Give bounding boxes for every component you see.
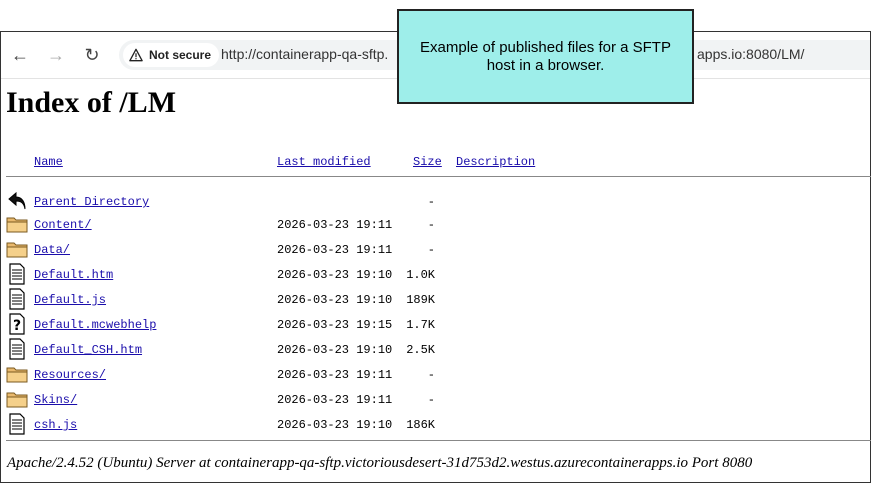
entry-link[interactable]: Data/ (34, 243, 70, 257)
entry-size: 2.5K (406, 343, 435, 357)
sort-by-description-link[interactable]: Description (456, 155, 535, 169)
column-header-last-modified[interactable]: Last modified (277, 155, 371, 169)
unknown-file-icon: ? (9, 313, 25, 335)
folder-icon (6, 217, 28, 233)
text-file-icon (9, 288, 25, 310)
server-signature: Apache/2.4.52 (Ubuntu) Server at contain… (7, 455, 753, 471)
entry-date: 2026-03-23 19:10 (277, 268, 393, 282)
list-item: Data/ 2026-03-23 19:11 - (1, 242, 872, 268)
entry-link[interactable]: Default_CSH.htm (34, 343, 142, 357)
list-item: Content/ 2026-03-23 19:11 - (1, 217, 872, 243)
list-item: Default.htm 2026-03-23 19:10 1.0K (1, 263, 872, 293)
forward-arrow-icon[interactable]: → (46, 45, 66, 65)
security-indicator[interactable]: Not secure (123, 43, 220, 67)
text-file-icon (9, 338, 25, 360)
text-file-icon (9, 263, 25, 285)
folder-icon (6, 392, 28, 408)
warning-icon (129, 48, 143, 62)
text-file-icon (9, 413, 25, 435)
entry-size: - (427, 243, 435, 257)
entry-size: 186K (406, 418, 435, 432)
url-text-left[interactable]: http://containerapp-qa-sftp. (221, 46, 388, 62)
entry-link[interactable]: Default.js (34, 293, 106, 307)
entry-date: 2026-03-23 19:10 (277, 343, 393, 357)
entry-link[interactable]: csh.js (34, 418, 77, 432)
entry-link[interactable]: Skins/ (34, 393, 77, 407)
entry-date: 2026-03-23 19:10 (277, 418, 393, 432)
sort-by-size-link[interactable]: Size (413, 155, 442, 169)
back-arrow-icon[interactable]: ← (10, 45, 30, 65)
entry-size: - (427, 218, 435, 232)
column-header-size[interactable]: Size (413, 155, 442, 169)
entry-date: 2026-03-23 19:10 (277, 293, 393, 307)
list-item: Default.js 2026-03-23 19:10 189K (1, 288, 872, 318)
entry-link[interactable]: Parent Directory (34, 195, 149, 209)
header-divider (6, 176, 871, 177)
entry-link[interactable]: Default.htm (34, 268, 113, 282)
footer-divider (6, 440, 871, 441)
page-title: Index of /LM (6, 86, 177, 119)
list-item: Parent Directory - (1, 191, 872, 220)
entry-link[interactable]: Content/ (34, 218, 92, 232)
folder-icon (6, 367, 28, 383)
entry-date: 2026-03-23 19:11 (277, 243, 393, 257)
entry-size: 1.7K (406, 318, 435, 332)
folder-icon (6, 242, 28, 258)
list-item: ? Default.mcwebhelp 2026-03-23 19:15 1.7… (1, 313, 872, 343)
entry-date: 2026-03-23 19:11 (277, 218, 393, 232)
reload-icon[interactable]: ↻ (82, 45, 102, 65)
entry-size: - (427, 368, 435, 382)
security-label: Not secure (149, 48, 212, 62)
callout-text: Example of published files for a SFTP ho… (420, 39, 671, 74)
list-item: Default_CSH.htm 2026-03-23 19:10 2.5K (1, 338, 872, 368)
sort-by-date-link[interactable]: Last modified (277, 155, 371, 169)
entry-link[interactable]: Resources/ (34, 368, 106, 382)
entry-date: 2026-03-23 19:11 (277, 393, 393, 407)
entry-size: 1.0K (406, 268, 435, 282)
annotation-callout: Example of published files for a SFTP ho… (397, 9, 694, 104)
back-icon (8, 191, 26, 210)
entry-size: - (427, 195, 435, 209)
entry-link[interactable]: Default.mcwebhelp (34, 318, 156, 332)
entry-size: 189K (406, 293, 435, 307)
entry-date: 2026-03-23 19:15 (277, 318, 393, 332)
sort-by-name-link[interactable]: Name (34, 155, 63, 169)
column-header-description[interactable]: Description (456, 155, 535, 169)
url-text-right[interactable]: apps.io:8080/LM/ (697, 46, 804, 62)
entry-size: - (427, 393, 435, 407)
list-item: Skins/ 2026-03-23 19:11 - (1, 392, 872, 418)
list-item: Resources/ 2026-03-23 19:11 - (1, 367, 872, 393)
column-header-name[interactable]: Name (34, 155, 63, 169)
entry-date: 2026-03-23 19:11 (277, 368, 393, 382)
svg-text:?: ? (13, 318, 21, 334)
